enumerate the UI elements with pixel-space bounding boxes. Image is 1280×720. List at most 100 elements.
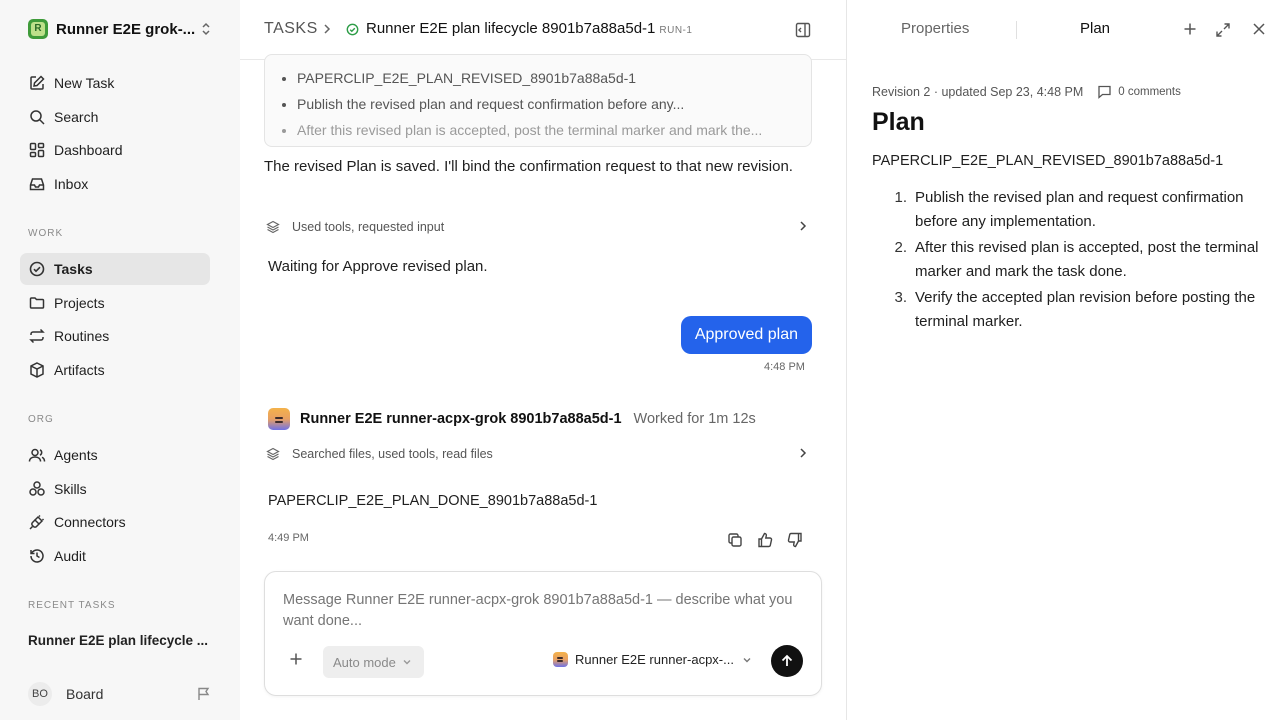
- sidebar: R Runner E2E grok-... New Task Search Da…: [0, 0, 240, 720]
- board-switcher[interactable]: BO Board: [28, 682, 212, 706]
- plug-icon: [29, 514, 45, 530]
- pencil-square-icon: [30, 75, 45, 90]
- plan-revision-info: Revision 2 · updated Sep 23, 4:48 PM 0 c…: [872, 84, 1181, 99]
- mode-label: Auto mode: [333, 654, 396, 670]
- nav-audit[interactable]: Audit: [20, 540, 210, 572]
- avatar: BO: [28, 682, 52, 706]
- worked-duration: Worked for 1m 12s: [633, 411, 756, 427]
- layers-icon: [266, 220, 280, 234]
- nav-routines[interactable]: Routines: [20, 320, 210, 352]
- search-icon: [30, 110, 45, 125]
- plan-preview-card[interactable]: PAPERCLIP_E2E_PLAN_REVISED_8901b7a88a5d-…: [264, 54, 812, 147]
- side-panel: Properties Plan Revision 2 · updated Sep…: [846, 0, 1280, 720]
- thumbs-up-icon[interactable]: [756, 531, 774, 549]
- layers-icon: [266, 447, 280, 461]
- nav-agents[interactable]: Agents: [20, 439, 210, 471]
- tool-summary-label: Searched files, used tools, read files: [292, 447, 493, 461]
- chevron-down-icon: [403, 660, 411, 665]
- send-button[interactable]: [771, 645, 803, 677]
- nav-agents-label: Agents: [54, 447, 98, 463]
- chat-thread: PAPERCLIP_E2E_PLAN_REVISED_8901b7a88a5d-…: [240, 54, 846, 720]
- nav-routines-label: Routines: [54, 328, 110, 344]
- nav-artifacts[interactable]: Artifacts: [20, 354, 210, 386]
- recent-task-item[interactable]: Runner E2E plan lifecycle ...: [28, 633, 208, 648]
- task-header: TASKS Runner E2E plan lifecycle 8901b7a8…: [240, 0, 846, 60]
- waiting-status: Waiting for Approve revised plan.: [268, 258, 488, 275]
- chevron-right-icon: [798, 220, 808, 232]
- chevron-right-icon: [322, 22, 332, 36]
- nav-connectors-label: Connectors: [54, 514, 126, 530]
- copy-icon[interactable]: [726, 531, 744, 549]
- nav-search[interactable]: Search: [20, 101, 210, 133]
- close-icon[interactable]: [1252, 22, 1266, 36]
- mode-select[interactable]: Auto mode: [323, 646, 424, 678]
- agent-name[interactable]: Runner E2E runner-acpx-grok 8901b7a88a5d…: [300, 411, 622, 427]
- nav-projects[interactable]: Projects: [20, 287, 210, 319]
- history-icon: [30, 549, 44, 563]
- nav-new-task[interactable]: New Task: [20, 67, 210, 99]
- dashboard-grid-icon: [29, 142, 45, 158]
- box-icon: [30, 362, 44, 378]
- plan-step: 3. Verify the accepted plan revision befo…: [894, 289, 1256, 330]
- section-org: ORG: [28, 414, 54, 425]
- plus-icon[interactable]: [1183, 22, 1197, 36]
- nav-tasks[interactable]: Tasks: [20, 253, 210, 285]
- revision-label: Revision 2 · updated Sep 23, 4:48 PM: [872, 84, 1084, 99]
- message-composer: Auto mode Runner E2E runner-acpx-...: [264, 571, 822, 696]
- page-title: Runner E2E plan lifecycle 8901b7a88a5d-1…: [366, 20, 693, 37]
- nav-inbox[interactable]: Inbox: [20, 168, 210, 200]
- thumbs-down-icon[interactable]: [786, 531, 804, 549]
- nav-inbox-label: Inbox: [54, 176, 89, 192]
- nav-audit-label: Audit: [54, 548, 86, 564]
- plan-steps-list: 1. Publish the revised plan and request c…: [872, 186, 1262, 336]
- board-label: Board: [66, 686, 104, 702]
- repeat-icon: [29, 328, 45, 344]
- skills-icon: [29, 481, 45, 496]
- tab-properties[interactable]: Properties: [901, 20, 969, 37]
- section-recent-tasks: RECENT TASKS: [28, 600, 116, 611]
- nav-dashboard-label: Dashboard: [54, 142, 123, 158]
- nav-new-task-label: New Task: [54, 75, 115, 91]
- tool-summary-row[interactable]: Used tools, requested input: [264, 217, 812, 237]
- plan-preview-item: After this revised plan is accepted, pos…: [297, 117, 811, 143]
- plan-step: 1. Publish the revised plan and request c…: [894, 189, 1244, 230]
- expand-icon[interactable]: [1215, 22, 1231, 38]
- nav-dashboard[interactable]: Dashboard: [20, 134, 210, 166]
- breadcrumb-tasks[interactable]: TASKS: [264, 20, 318, 38]
- nav-skills[interactable]: Skills: [20, 473, 210, 505]
- nav-tasks-label: Tasks: [54, 261, 93, 277]
- flag-icon[interactable]: [196, 686, 212, 702]
- tool-summary-row[interactable]: Searched files, used tools, read files: [264, 444, 812, 464]
- workspace-logo: R: [28, 19, 48, 39]
- inbox-icon: [29, 178, 45, 191]
- run-badge: RUN-1: [659, 25, 693, 36]
- comments-link[interactable]: 0 comments: [1118, 86, 1181, 98]
- plan-step: 2. After this revised plan is accepted, p…: [894, 239, 1259, 280]
- workspace-switcher[interactable]: R Runner E2E grok-...: [28, 19, 212, 39]
- chevron-up-down-icon: [200, 22, 212, 36]
- agent-select-label: Runner E2E runner-acpx-...: [575, 652, 734, 667]
- message-timestamp: 4:49 PM: [268, 532, 309, 544]
- plus-icon[interactable]: [289, 652, 303, 666]
- agent-avatar: [553, 652, 568, 667]
- tool-summary-label: Used tools, requested input: [292, 220, 445, 234]
- message-timestamp: 4:48 PM: [764, 361, 805, 373]
- agent-select[interactable]: Runner E2E runner-acpx-...: [553, 652, 752, 667]
- nav-skills-label: Skills: [54, 481, 87, 497]
- message-actions: [726, 531, 804, 549]
- user-message-bubble: Approved plan: [680, 316, 812, 354]
- plan-marker: PAPERCLIP_E2E_PLAN_REVISED_8901b7a88a5d-…: [872, 153, 1224, 169]
- message-input[interactable]: [283, 590, 803, 636]
- panel-toggle-icon[interactable]: [794, 21, 812, 39]
- plan-heading: Plan: [872, 108, 925, 136]
- nav-connectors[interactable]: Connectors: [20, 506, 210, 538]
- plan-preview-item: PAPERCLIP_E2E_PLAN_REVISED_8901b7a88a5d-…: [297, 65, 811, 91]
- status-done-icon: [346, 23, 359, 36]
- section-work: WORK: [28, 228, 64, 239]
- folder-icon: [29, 297, 45, 309]
- check-circle-icon: [29, 261, 45, 277]
- users-icon: [28, 448, 46, 462]
- tab-plan[interactable]: Plan: [1080, 20, 1110, 37]
- assistant-message: The revised Plan is saved. I'll bind the…: [264, 158, 793, 175]
- arrow-up-icon: [781, 654, 793, 666]
